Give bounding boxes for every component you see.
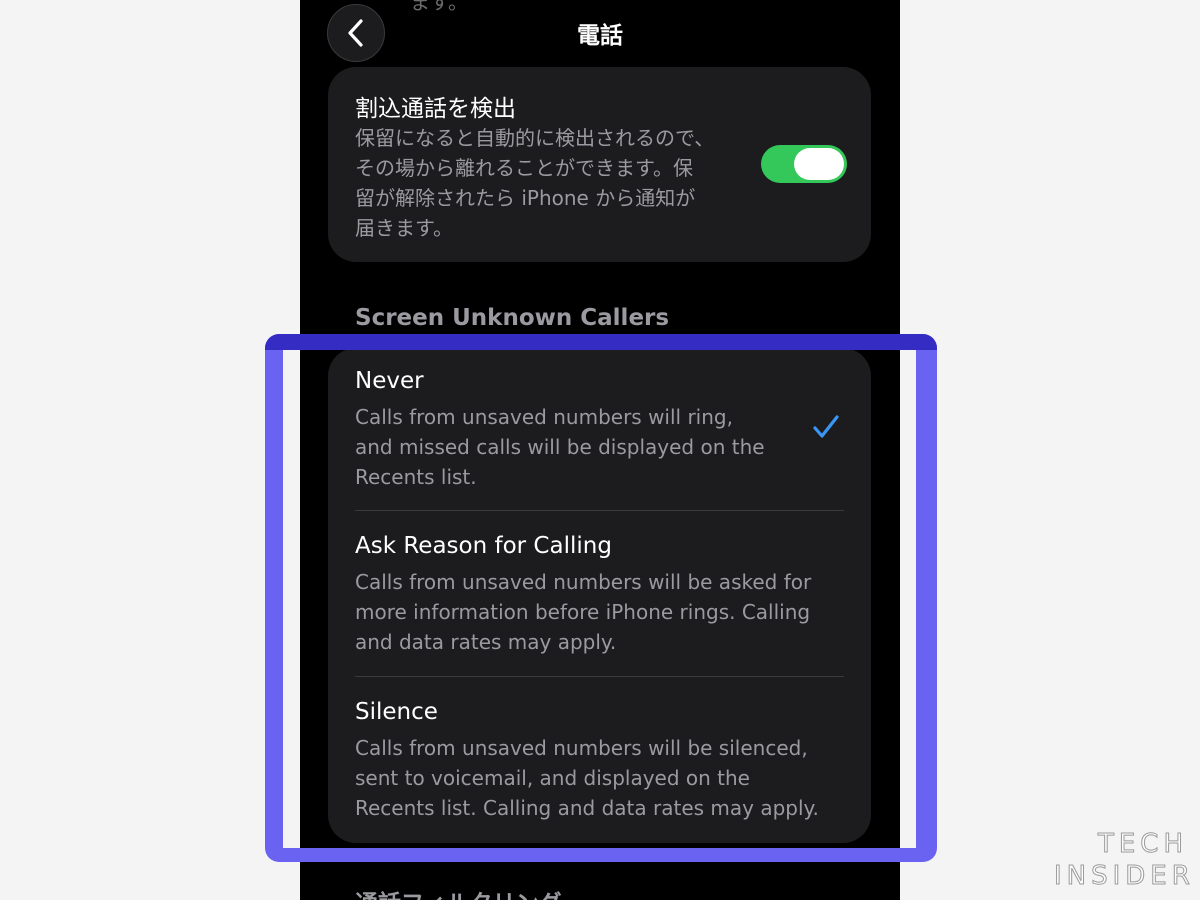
chevron-left-icon: [348, 19, 363, 47]
hold-detection-title: 割込通話を検出: [355, 96, 516, 122]
description-line: 届きます。: [355, 216, 453, 240]
section-header-call-filtering: 通話フィルタリング: [355, 884, 562, 900]
description-line: Calls from unsaved numbers will ring,: [355, 405, 733, 429]
description-line: and data rates may apply.: [355, 630, 617, 654]
option-description: Calls from unsaved numbers will be asked…: [355, 567, 811, 657]
description-line: 保留になると自動的に検出されるので、: [355, 126, 715, 150]
option-silence[interactable]: Silence Calls from unsaved numbers will …: [328, 677, 871, 843]
description-line: and missed calls will be displayed on th…: [355, 435, 765, 459]
description-line: sent to voicemail, and displayed on the: [355, 766, 750, 790]
logo-line-tech: TECH: [1097, 829, 1188, 860]
page-title: 電話: [577, 23, 623, 49]
hold-detection-description: 保留になると自動的に検出されるので、 その場から離れることができます。保 留が解…: [355, 123, 714, 243]
description-line: その場から離れることができます。保: [355, 156, 693, 180]
screen-unknown-callers-card: Never Calls from unsaved numbers will ri…: [328, 348, 871, 843]
screenshot-canvas: ます。 電話 割込通話を検出 保留になると自動的に検出されるので、 その場から離…: [0, 0, 1200, 900]
description-line: Recents list. Calling and data rates may…: [355, 796, 819, 820]
cut-off-text: ます。: [410, 0, 468, 14]
hold-detection-toggle[interactable]: [761, 145, 847, 183]
option-title: Never: [355, 368, 424, 394]
description-line: 留が解除されたら iPhone から通知が: [355, 186, 696, 210]
option-description: Calls from unsaved numbers will ring, an…: [355, 402, 765, 492]
description-line: Calls from unsaved numbers will be silen…: [355, 736, 808, 760]
description-line: more information before iPhone rings. Ca…: [355, 600, 811, 624]
option-description: Calls from unsaved numbers will be silen…: [355, 733, 819, 823]
logo-line-insider: INSIDER: [1054, 861, 1195, 892]
hold-detection-card: 割込通話を検出 保留になると自動的に検出されるので、 その場から離れることができ…: [328, 67, 871, 262]
back-button[interactable]: [327, 4, 385, 62]
tech-insider-logo: TECH INSIDER: [1054, 828, 1195, 892]
checkmark-icon: [813, 415, 839, 438]
description-line: Calls from unsaved numbers will be asked…: [355, 570, 812, 594]
section-header-screen-unknown-callers: Screen Unknown Callers: [355, 305, 670, 331]
toggle-knob: [794, 148, 844, 180]
option-title: Ask Reason for Calling: [355, 533, 612, 559]
option-never[interactable]: Never Calls from unsaved numbers will ri…: [328, 348, 871, 510]
option-title: Silence: [355, 699, 438, 725]
option-ask-reason[interactable]: Ask Reason for Calling Calls from unsave…: [328, 511, 871, 676]
description-line: Recents list.: [355, 465, 477, 489]
